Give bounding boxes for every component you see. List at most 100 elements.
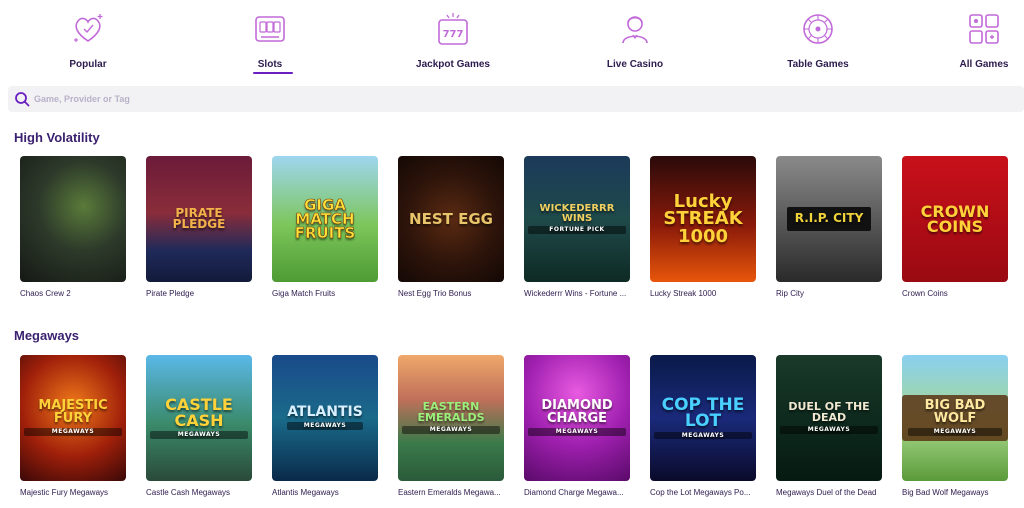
game-thumbnail: ATLANTIS MEGAWAYS: [272, 355, 378, 481]
game-tile[interactable]: COP THE LOT MEGAWAYS Cop the Lot Megaway…: [650, 355, 756, 497]
game-tile[interactable]: Chaos Crew 2: [20, 156, 126, 298]
game-tile[interactable]: BIG BAD WOLF MEGAWAYS Big Bad Wolf Megaw…: [902, 355, 1008, 497]
search-bar: [8, 86, 1024, 112]
game-thumbnail: CASTLE CASH MEGAWAYS: [146, 355, 252, 481]
game-name: Atlantis Megaways: [272, 488, 339, 497]
game-art-title: DUEL OF THE DEAD: [788, 400, 870, 424]
game-art-text: CASTLE CASH MEGAWAYS: [146, 395, 252, 439]
game-thumbnail: DUEL OF THE DEAD MEGAWAYS: [776, 355, 882, 481]
game-art-title: ATLANTIS: [287, 404, 363, 420]
live-dealer-icon: [622, 16, 648, 44]
game-tile[interactable]: EASTERN EMERALDS MEGAWAYS Eastern Emeral…: [398, 355, 504, 497]
search-input[interactable]: [34, 89, 934, 109]
game-name: Giga Match Fruits: [272, 289, 336, 298]
game-thumbnail: PIRATE PLEDGE: [146, 156, 252, 282]
game-name: Megaways Duel of the Dead: [776, 488, 877, 497]
nav-table-games[interactable]: Table Games: [763, 8, 873, 78]
jackpot-777-icon: 777: [438, 13, 468, 45]
game-thumbnail: WICKEDERRR WINS FORTUNE PICK: [524, 156, 630, 282]
game-row-megaways: MAJESTIC FURY MEGAWAYS Majestic Fury Meg…: [20, 355, 1024, 505]
game-row-high-volatility: Chaos Crew 2 PIRATE PLEDGE Pirate Pledge…: [20, 156, 1024, 306]
game-tile[interactable]: DIAMOND CHARGE MEGAWAYS Diamond Charge M…: [524, 355, 630, 497]
game-name: Majestic Fury Megaways: [20, 488, 109, 497]
game-art-subtitle: MEGAWAYS: [654, 431, 752, 440]
game-art-text: R.I.P. CITY: [786, 207, 872, 231]
game-art-title: BIG BAD WOLF: [924, 398, 986, 426]
game-art-title: CASTLE CASH: [165, 395, 233, 430]
game-tile[interactable]: R.I.P. CITY Rip City: [776, 156, 882, 298]
game-art-text: CROWN COINS: [920, 201, 990, 236]
game-tile[interactable]: MAJESTIC FURY MEGAWAYS Majestic Fury Meg…: [20, 355, 126, 497]
game-art-subtitle: MEGAWAYS: [908, 428, 1002, 436]
game-art-text: ATLANTIS MEGAWAYS: [283, 404, 367, 430]
game-art-text: DUEL OF THE DEAD MEGAWAYS: [776, 400, 882, 434]
game-name: Rip City: [776, 289, 805, 298]
section-title-high-volatility: High Volatility: [14, 130, 100, 145]
game-thumbnail: COP THE LOT MEGAWAYS: [650, 355, 756, 481]
game-art-title: WICKEDERRR WINS: [539, 203, 615, 224]
game-art-text: MAJESTIC FURY MEGAWAYS: [20, 398, 126, 436]
nav-label: Jackpot Games: [416, 59, 490, 70]
game-thumbnail: BIG BAD WOLF MEGAWAYS: [902, 355, 1008, 481]
game-tile[interactable]: WICKEDERRR WINS FORTUNE PICK Wickederrr …: [524, 156, 630, 298]
game-thumbnail: R.I.P. CITY: [776, 156, 882, 282]
category-nav: Popular Slots 777 Jackpot Games Live Cas…: [0, 8, 1024, 78]
game-tile[interactable]: PIRATE PLEDGE Pirate Pledge: [146, 156, 252, 298]
game-tile[interactable]: Lucky STREAK 1000 Lucky Streak 1000: [650, 156, 756, 298]
game-art-text: EASTERN EMERALDS MEGAWAYS: [398, 400, 504, 434]
nav-popular[interactable]: Popular: [33, 8, 143, 78]
game-name: Pirate Pledge: [146, 289, 195, 298]
nav-label: All Games: [959, 59, 1009, 70]
game-art-text: BIG BAD WOLF MEGAWAYS: [902, 395, 1008, 441]
nav-label: Live Casino: [606, 59, 664, 70]
game-tile[interactable]: ATLANTIS MEGAWAYS Atlantis Megaways: [272, 355, 378, 497]
game-art-subtitle: MEGAWAYS: [287, 422, 363, 430]
game-name: Big Bad Wolf Megaways: [902, 488, 989, 497]
nav-slots[interactable]: Slots: [215, 8, 325, 78]
game-tile[interactable]: GIGA MATCH FRUITS Giga Match Fruits: [272, 156, 378, 298]
game-tile[interactable]: CASTLE CASH MEGAWAYS Castle Cash Megaway…: [146, 355, 252, 497]
game-art-title: EASTERN EMERALDS: [417, 400, 485, 424]
nav-jackpot-games[interactable]: 777 Jackpot Games: [398, 8, 508, 78]
section-title-megaways: Megaways: [14, 328, 80, 343]
game-thumbnail: [20, 156, 126, 282]
game-art-subtitle: MEGAWAYS: [150, 430, 248, 439]
game-art-text: COP THE LOT MEGAWAYS: [650, 396, 756, 440]
game-thumbnail: GIGA MATCH FRUITS: [272, 156, 378, 282]
game-art-subtitle: MEGAWAYS: [528, 428, 626, 436]
slot-machine-icon: [255, 16, 285, 42]
nav-all-games[interactable]: All Games: [944, 8, 1024, 78]
game-thumbnail: NEST EGG: [398, 156, 504, 282]
game-art-text: GIGA MATCH FRUITS: [294, 195, 356, 243]
game-art-text: WICKEDERRR WINS FORTUNE PICK: [524, 204, 630, 234]
game-thumbnail: CROWN COINS: [902, 156, 1008, 282]
svg-text:777: 777: [443, 29, 464, 40]
game-art-title: MAJESTIC FURY: [38, 398, 108, 426]
game-name: Wickederrr Wins - Fortune ...: [524, 289, 627, 298]
nav-label: Slots: [257, 59, 283, 70]
nav-live-casino[interactable]: Live Casino: [580, 8, 690, 78]
game-art-text: NEST EGG: [409, 209, 493, 228]
game-name: Nest Egg Trio Bonus: [398, 289, 472, 298]
active-tab-indicator: [253, 72, 293, 74]
game-name: Diamond Charge Megawa...: [524, 488, 624, 497]
all-games-grid-icon: [969, 14, 999, 44]
game-name: Cop the Lot Megaways Po...: [650, 488, 751, 497]
search-icon[interactable]: [14, 91, 30, 107]
game-art-text: DIAMOND CHARGE MEGAWAYS: [524, 398, 630, 436]
game-tile[interactable]: DUEL OF THE DEAD MEGAWAYS Megaways Duel …: [776, 355, 882, 497]
game-tile[interactable]: NEST EGG Nest Egg Trio Bonus: [398, 156, 504, 298]
game-name: Castle Cash Megaways: [146, 488, 231, 497]
game-name: Crown Coins: [902, 289, 948, 298]
game-thumbnail: MAJESTIC FURY MEGAWAYS: [20, 355, 126, 481]
game-thumbnail: DIAMOND CHARGE MEGAWAYS: [524, 355, 630, 481]
game-art-title: DIAMOND CHARGE: [541, 398, 613, 426]
game-art-subtitle: MEGAWAYS: [24, 428, 122, 436]
game-name: Eastern Emeralds Megawa...: [398, 488, 501, 497]
game-art-text: Lucky STREAK 1000: [663, 191, 743, 247]
game-name: Lucky Streak 1000: [650, 289, 717, 298]
game-art-text: PIRATE PLEDGE: [172, 205, 226, 231]
game-art-subtitle: FORTUNE PICK: [528, 226, 626, 234]
game-art-subtitle: MEGAWAYS: [402, 426, 500, 434]
game-tile[interactable]: CROWN COINS Crown Coins: [902, 156, 1008, 298]
